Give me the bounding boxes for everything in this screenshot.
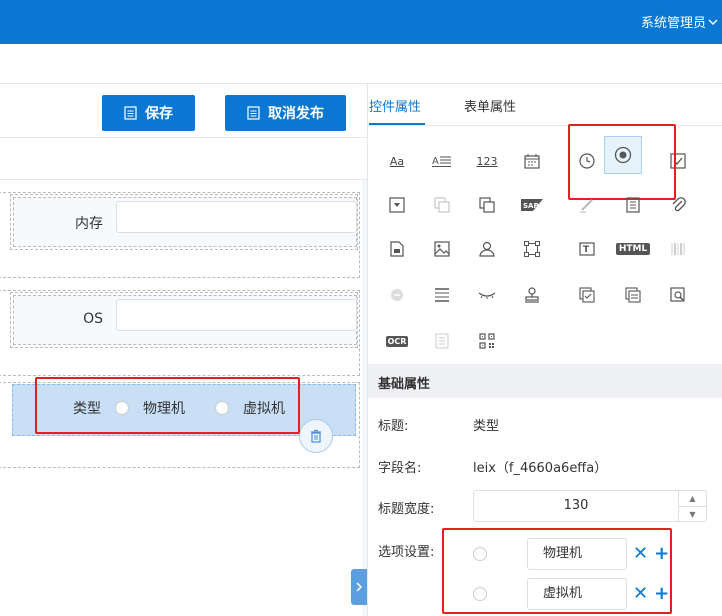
file-icon[interactable] bbox=[378, 230, 416, 268]
html-icon[interactable]: HTML bbox=[614, 230, 652, 268]
delete-field-button[interactable] bbox=[299, 419, 333, 453]
radio-circle-icon bbox=[215, 401, 229, 415]
chevron-right-icon bbox=[356, 582, 363, 592]
option-row: 虚拟机 ✕ + bbox=[473, 578, 669, 610]
toolbar: 保存 取消发布 bbox=[0, 84, 367, 138]
form-designer-area: 保存 取消发布 内存 OS 类型 物理机 虚拟机 bbox=[0, 84, 367, 616]
options-prop-label: 选项设置: bbox=[378, 545, 435, 560]
cascade-icon[interactable] bbox=[468, 186, 506, 224]
memory-field[interactable]: 内存 bbox=[13, 197, 357, 247]
svg-text:T: T bbox=[583, 245, 590, 255]
save-button[interactable]: 保存 bbox=[102, 95, 195, 131]
option-input[interactable]: 物理机 bbox=[527, 538, 627, 570]
multi-select-icon[interactable] bbox=[423, 186, 461, 224]
type-label: 类型 bbox=[73, 401, 101, 417]
option-radio-icon[interactable] bbox=[473, 587, 487, 601]
trash-icon bbox=[311, 429, 321, 443]
collapse-panel-button[interactable] bbox=[351, 569, 367, 605]
basic-properties-header: 基础属性 bbox=[368, 364, 722, 398]
os-label: OS bbox=[83, 311, 103, 327]
textarea-icon[interactable]: A bbox=[423, 142, 461, 180]
unpublish-button-label: 取消发布 bbox=[268, 105, 324, 121]
remove-option-icon[interactable]: ✕ bbox=[633, 585, 648, 603]
dot-icon[interactable] bbox=[378, 276, 416, 314]
property-tabs: 控件属性 表单属性 bbox=[368, 84, 722, 126]
field-name-prop-value: leix（f_4660a6effa） bbox=[473, 461, 608, 476]
os-input[interactable] bbox=[116, 299, 357, 331]
unpublish-button[interactable]: 取消发布 bbox=[225, 95, 346, 131]
svg-text:A: A bbox=[432, 156, 439, 167]
memory-input[interactable] bbox=[116, 201, 357, 233]
select-icon[interactable] bbox=[378, 186, 416, 224]
user-menu[interactable]: 系统管理员 bbox=[641, 12, 718, 31]
memory-label: 内存 bbox=[75, 216, 103, 232]
document-icon bbox=[247, 106, 260, 120]
increment-button[interactable]: ▲ bbox=[678, 491, 706, 506]
decrement-button[interactable]: ▼ bbox=[678, 506, 706, 521]
title-width-input[interactable]: 130 ▲ ▼ bbox=[473, 490, 707, 522]
remove-option-icon[interactable]: ✕ bbox=[633, 545, 648, 563]
ocr-icon[interactable]: OCR bbox=[378, 322, 416, 360]
text-icon[interactable]: Aa bbox=[378, 142, 416, 180]
radio-option-label: 虚拟机 bbox=[243, 401, 285, 417]
active-tab-indicator bbox=[369, 123, 425, 125]
radio-option-physical[interactable]: 物理机 bbox=[115, 398, 185, 418]
chevron-down-icon bbox=[708, 19, 718, 25]
add-option-icon[interactable]: + bbox=[654, 545, 669, 563]
option-input[interactable]: 虚拟机 bbox=[527, 578, 627, 610]
time-icon[interactable] bbox=[568, 142, 606, 180]
form-row[interactable]: 内存 bbox=[10, 194, 358, 250]
document-icon bbox=[124, 106, 137, 120]
os-field[interactable]: OS bbox=[13, 295, 357, 345]
attachment-icon[interactable] bbox=[659, 186, 697, 224]
property-panel: 控件属性 表单属性 Aa A 123 SAP T HTML OCR 基础属性 标… bbox=[367, 84, 722, 616]
signature-icon[interactable] bbox=[568, 186, 606, 224]
sap-icon[interactable]: SAP bbox=[513, 186, 551, 224]
radio-option-virtual[interactable]: 虚拟机 bbox=[215, 398, 285, 418]
number-icon[interactable]: 123 bbox=[468, 142, 506, 180]
stamp-icon[interactable] bbox=[513, 276, 551, 314]
radio-circle-icon bbox=[115, 401, 129, 415]
section-title: 基础属性 bbox=[378, 377, 431, 392]
title-icon[interactable]: T bbox=[568, 230, 606, 268]
radio-icon[interactable] bbox=[604, 136, 642, 174]
barcode-icon[interactable] bbox=[659, 230, 697, 268]
form-canvas: 内存 OS 类型 物理机 虚拟机 bbox=[0, 180, 362, 616]
option-row: 物理机 ✕ + bbox=[473, 538, 669, 570]
grid-icon[interactable] bbox=[614, 276, 652, 314]
date-icon[interactable] bbox=[513, 142, 551, 180]
tab-form-properties[interactable]: 表单属性 bbox=[464, 96, 516, 115]
title-width-prop-label: 标题宽度: bbox=[378, 502, 435, 517]
title-width-value: 130 bbox=[563, 498, 589, 513]
field-name-prop-label: 字段名: bbox=[378, 461, 422, 476]
divider-icon[interactable] bbox=[423, 276, 461, 314]
title-prop-label: 标题: bbox=[378, 419, 409, 434]
save-button-label: 保存 bbox=[145, 105, 173, 121]
document-icon[interactable] bbox=[614, 186, 652, 224]
sub-bar bbox=[0, 44, 722, 84]
title-prop-value[interactable]: 类型 bbox=[473, 415, 499, 434]
user-menu-label: 系统管理员 bbox=[640, 16, 706, 31]
top-bar: 系统管理员 bbox=[0, 0, 722, 44]
eye-icon[interactable] bbox=[468, 276, 506, 314]
radio-option-label: 物理机 bbox=[143, 401, 185, 417]
tab-control-properties[interactable]: 控件属性 bbox=[369, 96, 421, 115]
form-header-strip bbox=[0, 138, 367, 180]
sub-form-icon[interactable] bbox=[568, 276, 606, 314]
svg-text:SAP: SAP bbox=[523, 202, 539, 210]
query-icon[interactable] bbox=[659, 276, 697, 314]
user-icon[interactable] bbox=[468, 230, 506, 268]
add-option-icon[interactable]: + bbox=[654, 585, 669, 603]
image-icon[interactable] bbox=[423, 230, 461, 268]
qrcode-icon[interactable] bbox=[468, 322, 506, 360]
form-row[interactable]: OS bbox=[10, 292, 358, 348]
checkbox-icon[interactable] bbox=[659, 142, 697, 180]
option-radio-icon[interactable] bbox=[473, 547, 487, 561]
org-icon[interactable] bbox=[513, 230, 551, 268]
page-icon[interactable] bbox=[423, 322, 461, 360]
